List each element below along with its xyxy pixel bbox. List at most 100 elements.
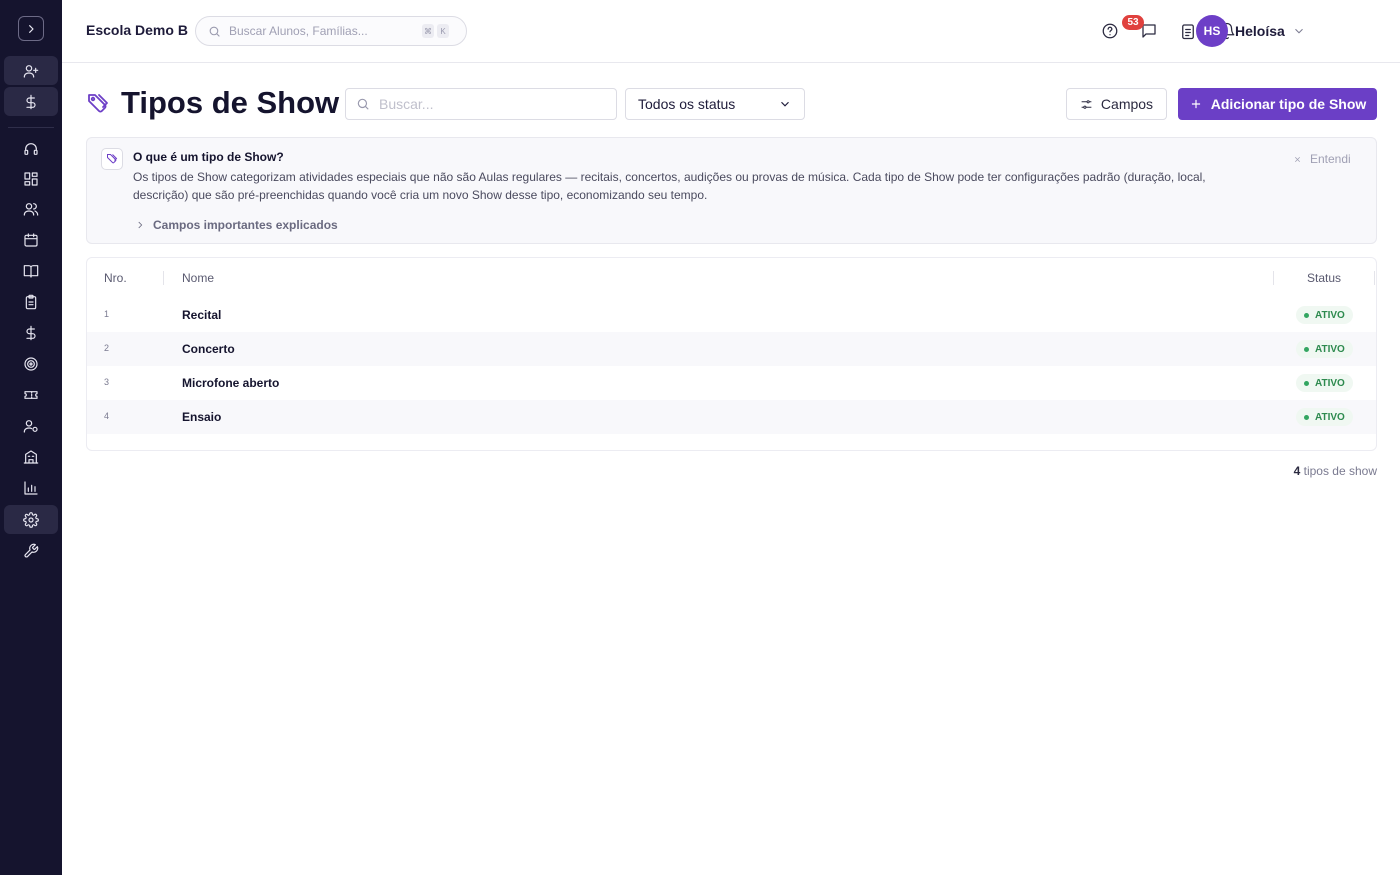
sidebar-item-dashboard[interactable]: [4, 164, 58, 193]
sidebar-item-tasks[interactable]: [4, 287, 58, 316]
info-title: O que é um tipo de Show?: [133, 150, 284, 164]
school-name[interactable]: Escola Demo B: [86, 22, 188, 38]
column-header-name[interactable]: Nome: [182, 271, 214, 285]
status-badge: ATIVO: [1296, 408, 1353, 426]
wrench-icon: [24, 543, 39, 558]
status-filter-select[interactable]: Todos os status: [625, 88, 805, 120]
user-name[interactable]: Heloísa: [1235, 23, 1285, 39]
sidebar-item-tools[interactable]: [4, 536, 58, 565]
important-fields-label: Campos importantes explicados: [153, 218, 338, 232]
add-user-icon: [23, 64, 39, 78]
sidebar-item-calendar[interactable]: [4, 225, 58, 254]
info-panel: O que é um tipo de Show? Os tipos de Sho…: [86, 137, 1377, 244]
dollar-icon: [26, 94, 36, 109]
column-header-status[interactable]: Status: [1307, 271, 1341, 285]
row-name[interactable]: Microfone aberto: [182, 376, 279, 390]
user-settings-icon: [23, 419, 38, 433]
row-number: 1: [104, 309, 110, 319]
plus-icon: [1191, 99, 1200, 109]
status-dot: [1304, 380, 1309, 386]
sidebar-item-lessons[interactable]: [4, 256, 58, 285]
status-text: ATIVO: [1315, 411, 1345, 423]
row-name[interactable]: Concerto: [182, 342, 235, 356]
sidebar-item-settings[interactable]: [4, 505, 58, 534]
close-icon: [1294, 156, 1301, 162]
results-count: 4 tipos de show: [1200, 464, 1377, 478]
shortcut-key: ⌘: [422, 24, 434, 38]
page-title: Tipos de Show: [121, 85, 340, 120]
page-search[interactable]: [345, 88, 617, 120]
status-badge: ATIVO: [1296, 306, 1353, 324]
results-count-number: 4: [1293, 464, 1301, 478]
chevron-right-icon: [138, 221, 143, 229]
results-count-label: tipos de show: [1303, 464, 1377, 478]
sidebar-item-users[interactable]: [4, 194, 58, 223]
column-divider: [1374, 271, 1375, 285]
chart-icon: [24, 480, 38, 495]
info-text: Os tipos de Show categorizam atividades …: [133, 170, 1206, 202]
global-search-input[interactable]: [229, 24, 419, 38]
tag-icon: [86, 92, 110, 116]
sidebar-item-events[interactable]: [4, 380, 58, 409]
status-dot: [1304, 346, 1309, 352]
book-icon: [23, 264, 39, 278]
dismiss-info-button[interactable]: Entendi: [1293, 152, 1351, 166]
chevron-down-icon: [781, 101, 789, 107]
clipboard-icon: [25, 294, 37, 309]
notification-count-badge: 53: [1122, 15, 1144, 30]
dollar-icon: [26, 325, 36, 340]
search-icon: [357, 98, 369, 110]
sidebar: [0, 0, 62, 875]
sidebar-divider: [8, 127, 54, 128]
sidebar-item-add-user[interactable]: [4, 56, 58, 85]
status-text: ATIVO: [1315, 309, 1345, 321]
status-text: ATIVO: [1315, 343, 1345, 355]
row-name[interactable]: Recital: [182, 308, 221, 322]
add-show-type-button[interactable]: Adicionar tipo de Show: [1178, 88, 1377, 120]
sidebar-item-support[interactable]: [4, 134, 58, 163]
target-icon: [24, 356, 38, 371]
status-dot: [1304, 414, 1309, 420]
sidebar-item-goals[interactable]: [4, 349, 58, 378]
sidebar-item-staff[interactable]: [4, 411, 58, 440]
status-text: ATIVO: [1315, 377, 1345, 389]
status-dot: [1304, 312, 1309, 318]
status-filter-value: Todos os status: [638, 96, 736, 112]
row-number: 3: [104, 377, 110, 387]
avatar[interactable]: HS: [1196, 15, 1228, 47]
page-search-input[interactable]: [379, 96, 609, 112]
table-row[interactable]: 1 Recital ATIVO: [87, 298, 1376, 332]
sidebar-item-locations[interactable]: [4, 442, 58, 471]
sidebar-toggle-button[interactable]: [18, 16, 44, 41]
column-header-number[interactable]: Nro.: [104, 271, 127, 285]
table-row[interactable]: 3 Microfone aberto ATIVO: [87, 366, 1376, 400]
campos-button-label: Campos: [1100, 96, 1154, 112]
important-fields-toggle[interactable]: Campos importantes explicados: [135, 218, 338, 232]
row-name[interactable]: Ensaio: [182, 410, 221, 424]
table-row[interactable]: 2 Concerto ATIVO: [87, 332, 1376, 366]
calendar-icon: [24, 232, 38, 247]
status-badge: ATIVO: [1296, 374, 1353, 392]
table-row[interactable]: 4 Ensaio ATIVO: [87, 400, 1376, 434]
ticket-icon: [24, 390, 38, 399]
sidebar-item-finance[interactable]: [4, 318, 58, 347]
dismiss-info-label: Entendi: [1310, 152, 1351, 166]
status-badge: ATIVO: [1296, 340, 1353, 358]
chevron-down-icon: [1295, 28, 1303, 34]
sidebar-item-reports[interactable]: [4, 473, 58, 502]
help-button[interactable]: [1099, 20, 1121, 42]
sidebar-item-billing[interactable]: [4, 87, 58, 116]
column-divider: [1273, 271, 1274, 285]
row-number: 4: [104, 411, 110, 421]
global-search[interactable]: ⌘ K: [195, 16, 467, 46]
column-divider: [163, 271, 164, 285]
campos-button[interactable]: Campos: [1066, 88, 1167, 120]
users-icon: [23, 202, 39, 216]
user-menu-toggle[interactable]: [1292, 24, 1306, 43]
shortcut-key: K: [437, 24, 449, 38]
help-icon: [1102, 23, 1118, 39]
sliders-icon: [1081, 99, 1092, 109]
add-show-type-label: Adicionar tipo de Show: [1210, 96, 1367, 112]
chevron-right-icon: [29, 24, 34, 33]
clipboard-list-icon: [1182, 24, 1194, 40]
